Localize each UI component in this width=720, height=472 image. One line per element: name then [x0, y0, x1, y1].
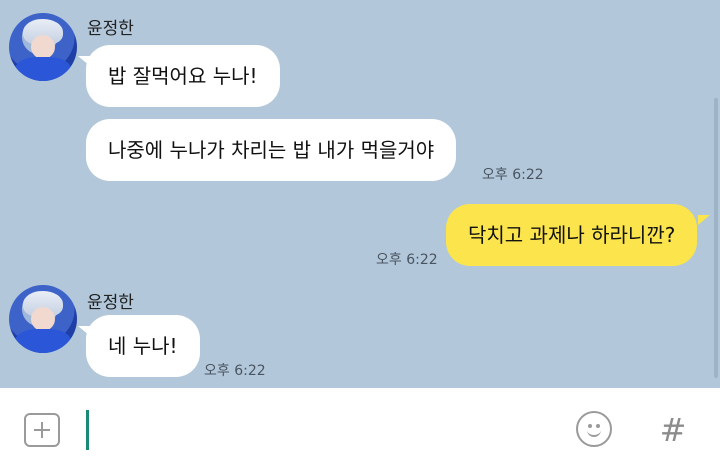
hashtag-icon[interactable]: # [658, 410, 688, 450]
outgoing-message-bubble[interactable]: 닥치고 과제나 하라니깐? [446, 204, 698, 266]
smiley-icon[interactable] [576, 411, 612, 447]
incoming-message-bubble[interactable]: 나중에 누나가 차리는 밥 내가 먹을거야 [86, 119, 457, 181]
incoming-message-bubble[interactable]: 네 누나! [86, 315, 200, 377]
scrollbar[interactable] [714, 98, 718, 378]
chat-area[interactable]: 윤정한 밥 잘먹어요 누나! 나중에 누나가 차리는 밥 내가 먹을거야 오후 … [0, 0, 720, 388]
message-time: 오후 6:22 [376, 252, 438, 268]
avatar[interactable] [9, 13, 77, 81]
message-input[interactable] [96, 408, 560, 454]
sender-name: 윤정한 [87, 293, 134, 313]
text-caret [86, 410, 89, 450]
message-time: 오후 6:22 [482, 167, 544, 183]
bubble-tail [698, 215, 710, 225]
incoming-message-bubble[interactable]: 밥 잘먹어요 누나! [86, 45, 280, 107]
plus-icon[interactable] [24, 413, 60, 447]
sender-name: 윤정한 [87, 19, 134, 39]
message-time: 오후 6:22 [204, 363, 266, 379]
avatar[interactable] [9, 285, 77, 353]
